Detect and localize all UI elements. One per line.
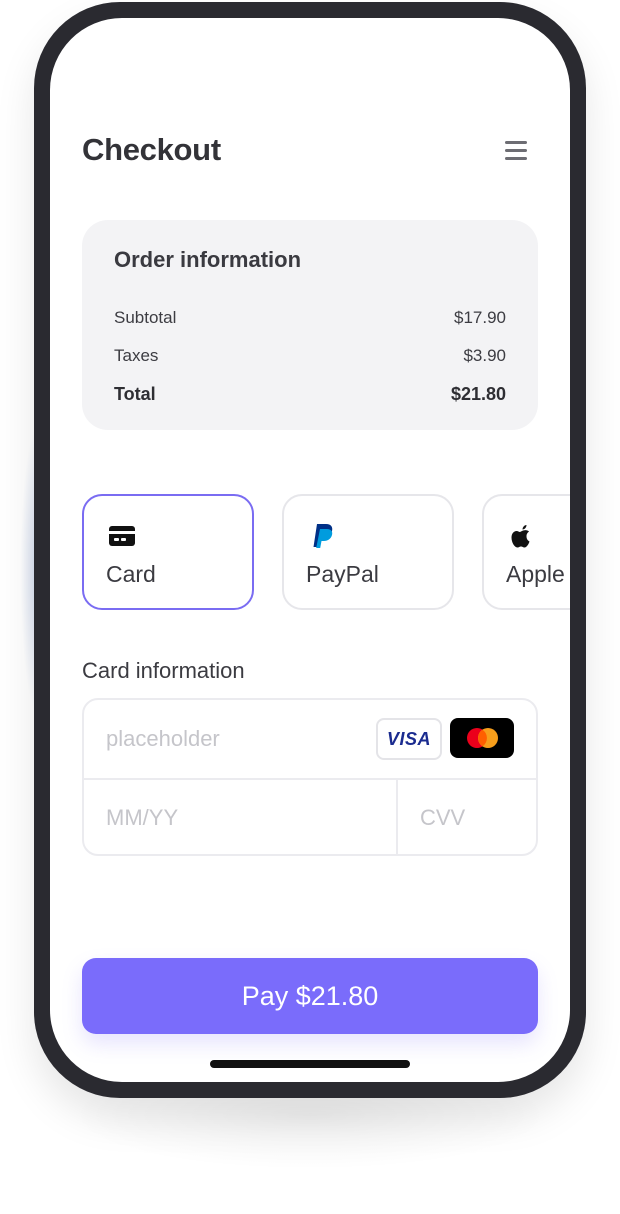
mastercard-icon — [450, 718, 514, 758]
order-summary-card: Order information Subtotal $17.90 Taxes … — [82, 220, 538, 430]
menu-line — [505, 141, 527, 144]
taxes-value: $3.90 — [463, 346, 506, 365]
payment-method-apple[interactable]: Apple — [482, 494, 570, 610]
home-indicator — [210, 1060, 410, 1068]
subtotal-label: Subtotal — [114, 308, 177, 327]
pay-button[interactable]: Pay $21.80 — [82, 958, 538, 1034]
hamburger-menu-icon[interactable] — [502, 138, 530, 162]
paypal-icon — [308, 522, 336, 550]
taxes-label: Taxes — [114, 346, 159, 365]
subtotal-value: $17.90 — [454, 308, 506, 327]
expiry-placeholder: MM/YY — [106, 805, 179, 830]
payment-method-label: PayPal — [306, 561, 379, 587]
payment-method-card[interactable]: Card — [82, 494, 254, 610]
total-value: $21.80 — [450, 384, 506, 404]
apple-icon — [508, 522, 536, 550]
payment-methods: Card PayPal Apple — [82, 494, 570, 618]
card-information-form: placeholder VISA MM/YY CVV — [82, 698, 538, 856]
menu-line — [505, 157, 527, 160]
subtotal-row: Subtotal $17.90 — [114, 308, 506, 328]
card-information-label: Card information — [82, 658, 245, 683]
taxes-row: Taxes $3.90 — [114, 346, 506, 366]
cvv-placeholder: CVV — [420, 805, 466, 830]
credit-card-icon — [108, 522, 136, 550]
payment-method-paypal[interactable]: PayPal — [282, 494, 454, 610]
page-title: Checkout — [82, 132, 221, 167]
visa-logo: VISA — [376, 718, 442, 760]
expiry-field[interactable]: MM/YY — [84, 780, 398, 854]
total-label: Total — [114, 384, 156, 404]
payment-method-label: Card — [106, 561, 156, 587]
card-number-field[interactable]: placeholder VISA — [84, 700, 536, 780]
cvv-field[interactable]: CVV — [398, 780, 536, 854]
phone-screen: Checkout Order information Subtotal $17.… — [50, 18, 570, 1082]
phone-frame: Checkout Order information Subtotal $17.… — [34, 2, 586, 1098]
total-row: Total $21.80 — [114, 384, 506, 405]
menu-line — [505, 149, 527, 152]
card-number-placeholder: placeholder — [106, 726, 220, 751]
payment-method-label: Apple — [506, 561, 565, 587]
stage: Checkout Order information Subtotal $17.… — [0, 0, 620, 1214]
order-title: Order information — [114, 247, 302, 272]
